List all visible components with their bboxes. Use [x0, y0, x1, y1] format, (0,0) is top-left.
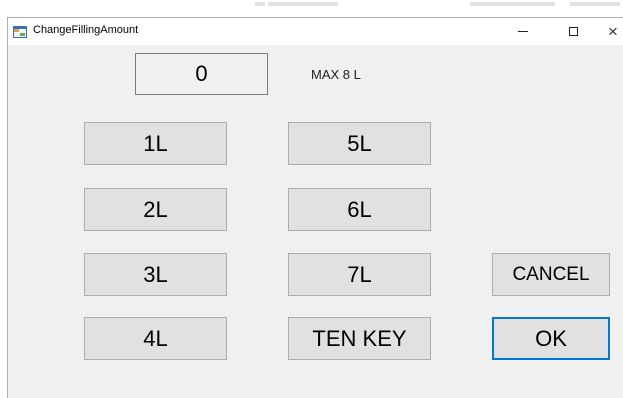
amount-2l-button[interactable]: 2L [84, 188, 227, 231]
title-bar[interactable]: ChangeFillingAmount × [8, 18, 623, 45]
maximize-icon [568, 27, 578, 36]
close-button[interactable]: × [593, 18, 623, 45]
minimize-button[interactable] [503, 18, 543, 45]
change-filling-amount-window: ChangeFillingAmount × 0 MAX 8 L 1L 2L 3L… [7, 17, 623, 398]
minimize-icon [518, 31, 528, 32]
amount-6l-button[interactable]: 6L [288, 188, 431, 231]
background-fragment [470, 2, 555, 6]
max-capacity-label: MAX 8 L [311, 67, 361, 82]
background-fragment [255, 2, 265, 6]
app-icon [13, 25, 27, 38]
cancel-button[interactable]: CANCEL [492, 253, 610, 296]
amount-1l-button[interactable]: 1L [84, 122, 227, 165]
window-title: ChangeFillingAmount [33, 24, 139, 36]
maximize-button[interactable] [553, 18, 593, 45]
ten-key-button[interactable]: TEN KEY [288, 317, 431, 360]
ok-button[interactable]: OK [492, 317, 610, 360]
amount-display: 0 [135, 53, 268, 95]
amount-5l-button[interactable]: 5L [288, 122, 431, 165]
close-icon: × [608, 21, 618, 41]
amount-4l-button[interactable]: 4L [84, 317, 227, 360]
amount-7l-button[interactable]: 7L [288, 253, 431, 296]
background-window-strip [0, 0, 623, 16]
background-fragment [570, 2, 620, 6]
amount-3l-button[interactable]: 3L [84, 253, 227, 296]
background-fragment [268, 2, 338, 6]
